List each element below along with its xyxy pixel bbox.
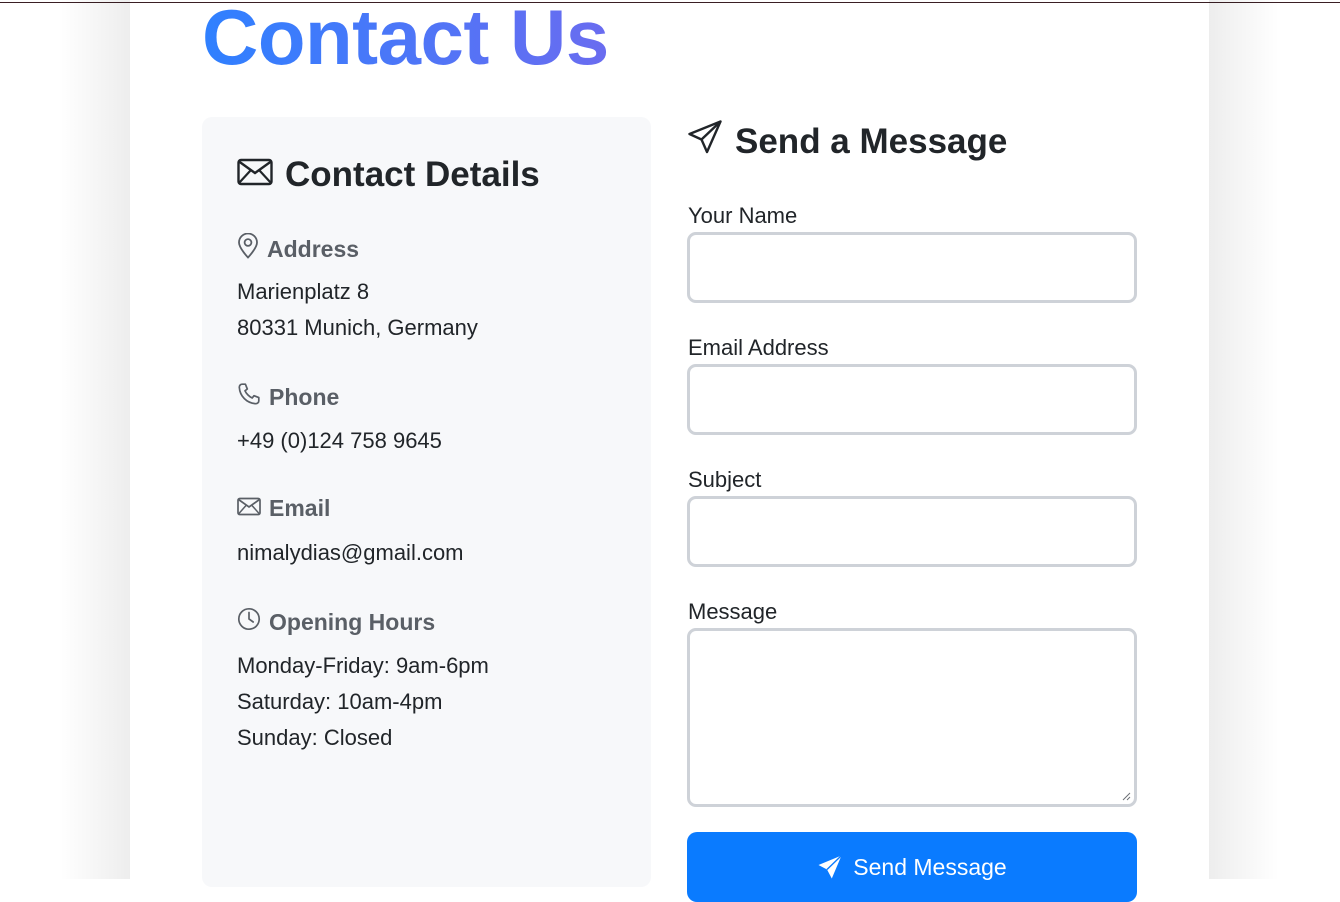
send-message-button-label: Send Message xyxy=(853,854,1007,880)
card-shadow-right xyxy=(1209,0,1279,879)
phone-label-text: Phone xyxy=(269,383,340,410)
envelope-icon xyxy=(237,495,261,522)
name-input[interactable] xyxy=(687,232,1137,303)
send-message-heading: Send a Message xyxy=(687,119,1007,164)
phone-icon xyxy=(237,382,261,412)
message-textarea[interactable] xyxy=(687,628,1137,807)
clock-icon xyxy=(237,607,261,637)
contact-details-heading-text: Contact Details xyxy=(285,155,540,194)
hours-line-2: Saturday: 10am-4pm xyxy=(237,689,443,714)
hours-line-3: Sunday: Closed xyxy=(237,725,393,750)
email-input[interactable] xyxy=(687,364,1137,435)
card-shadow-left xyxy=(60,0,130,879)
opening-hours-label-text: Opening Hours xyxy=(269,608,436,635)
phone-label: Phone xyxy=(237,382,339,412)
send-message-heading-text: Send a Message xyxy=(735,121,1008,161)
opening-hours-label: Opening Hours xyxy=(237,607,435,637)
subject-label: Subject xyxy=(688,467,762,492)
resize-grip-icon[interactable] xyxy=(1121,791,1131,801)
message-label: Message xyxy=(688,599,778,624)
send-message-button[interactable]: Send Message xyxy=(687,832,1137,902)
contact-details-panel: Contact Details Address Marienplatz 8 80… xyxy=(202,117,651,887)
envelope-icon xyxy=(237,155,273,195)
address-label: Address xyxy=(237,232,360,265)
address-label-text: Address xyxy=(267,235,360,262)
name-label: Your Name xyxy=(688,203,798,228)
email-value: nimalydias@gmail.com xyxy=(237,540,464,565)
email-label-text: Email xyxy=(269,495,331,521)
address-line-2: 80331 Munich, Germany xyxy=(237,315,478,340)
subject-input[interactable] xyxy=(687,496,1137,567)
contact-card: Contact Us Contact Details Address Marie… xyxy=(130,0,1209,902)
paper-plane-filled-icon xyxy=(817,854,843,886)
page-title: Contact Us xyxy=(202,0,609,87)
paper-plane-icon xyxy=(687,119,723,164)
hours-line-1: Monday-Friday: 9am-6pm xyxy=(237,653,489,678)
contact-details-heading: Contact Details xyxy=(237,155,540,195)
phone-value: +49 (0)124 758 9645 xyxy=(237,428,442,453)
email-address-label: Email Address xyxy=(688,335,829,360)
address-line-1: Marienplatz 8 xyxy=(237,279,370,304)
map-pin-icon xyxy=(237,232,259,265)
email-label: Email xyxy=(237,495,330,522)
